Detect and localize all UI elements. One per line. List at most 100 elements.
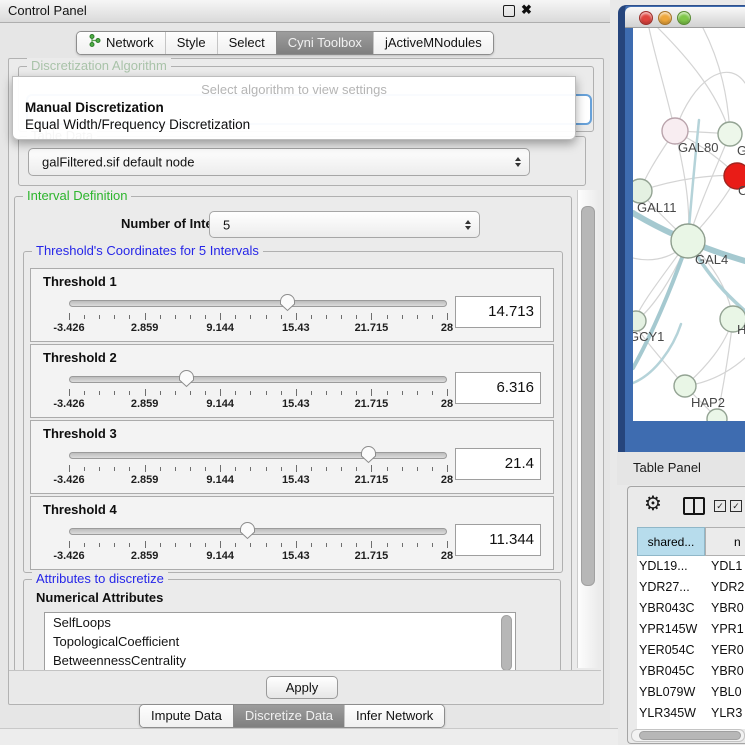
slider-thumb[interactable] (279, 293, 296, 312)
checkbox-icon[interactable]: ✓ (714, 500, 726, 512)
network-window-titlebar[interactable] (625, 7, 745, 28)
table-cell-name[interactable]: YDL1 (705, 556, 742, 577)
tab-label: Cyni Toolbox (288, 32, 362, 54)
threshold-value-field[interactable]: 6.316 (455, 372, 541, 404)
numerical-attributes-list[interactable]: SelfLoopsTopologicalCoefficientBetweenne… (44, 612, 516, 670)
tab-impute-data[interactable]: Impute Data (140, 705, 233, 727)
slider-thumb[interactable] (239, 521, 256, 540)
slider-thumb[interactable] (360, 445, 377, 464)
table-cell-name[interactable]: YPR1 (705, 619, 744, 640)
axis-tick-label: 28 (441, 322, 453, 334)
table-cell-shared-name[interactable]: YER054C (637, 640, 705, 661)
list-scrollbar[interactable] (501, 615, 512, 670)
network-node-label: G. (737, 143, 745, 158)
columns-icon[interactable] (683, 497, 705, 515)
slider-thumb[interactable] (178, 369, 195, 388)
attribute-list-item[interactable]: TopologicalCoefficient (45, 632, 515, 651)
algorithm-dropdown-popup: Select algorithm to view settings Manual… (12, 76, 576, 140)
tab-discretize-data[interactable]: Discretize Data (233, 705, 344, 727)
table-row[interactable]: YBR043CYBR0 (637, 598, 745, 619)
slider-track[interactable] (69, 300, 447, 307)
table-column-header-n[interactable]: n (705, 527, 745, 556)
slider-track[interactable] (69, 376, 447, 383)
popup-option-equal-width-frequency-discretization[interactable]: Equal Width/Frequency Discretization (13, 116, 575, 133)
axis-tick-label: -3.426 (53, 474, 84, 486)
table-body: YDL19...YDL1YDR27...YDR2YBR043CYBR0YPR14… (637, 556, 745, 729)
threshold-row: -3.4262.8599.14415.4321.7152811.344 (41, 521, 543, 565)
slider-track[interactable] (69, 528, 447, 535)
table-row[interactable]: YDR27...YDR2 (637, 577, 745, 598)
attribute-list-item[interactable]: SelfLoops (45, 613, 515, 632)
tab-infer-network[interactable]: Infer Network (344, 705, 444, 727)
table-row[interactable]: YER054CYER0 (637, 640, 745, 661)
table-cell-shared-name[interactable]: YLR345W (637, 703, 705, 724)
network-node-label: GAL4 (695, 252, 728, 267)
settings-scrollbar[interactable] (577, 190, 598, 668)
float-window-icon[interactable] (503, 5, 515, 17)
popup-option-manual-discretization[interactable]: Manual Discretization (13, 99, 575, 116)
table-cell-shared-name[interactable]: YBL079W (637, 682, 705, 703)
table-cell-name[interactable]: YLR3 (705, 703, 742, 724)
network-node-hap2[interactable] (674, 375, 696, 397)
table-cell-shared-name[interactable]: YPR145W (637, 619, 705, 640)
tab-label: Select (229, 32, 265, 54)
table-horizontal-scrollbar[interactable] (631, 729, 745, 742)
checkbox-icon[interactable]: ✓ (730, 500, 742, 512)
table-row[interactable]: YPR145WYPR1 (637, 619, 745, 640)
network-node-label: GCY1 (633, 329, 664, 344)
network-canvas[interactable]: GAL80G.CGAL11GAL4GCY1HHAP2 (633, 28, 745, 421)
table-row[interactable]: YDL19...YDL1 (637, 556, 745, 577)
threshold-value-field[interactable]: 21.4 (455, 448, 541, 480)
spinner-icon (515, 157, 521, 167)
minimize-light[interactable] (658, 11, 672, 25)
table-cell-shared-name[interactable]: YDL19... (637, 556, 705, 577)
table-data-combobox[interactable]: galFiltered.sif default node (28, 148, 530, 176)
list-scrollbar-thumb[interactable] (501, 615, 512, 670)
zoom-light[interactable] (677, 11, 691, 25)
settings-scrollbar-thumb[interactable] (581, 206, 595, 586)
tab-style[interactable]: Style (165, 32, 217, 54)
threshold-value-field[interactable]: 11.344 (455, 524, 541, 556)
attribute-list-item[interactable]: BetweennessCentrality (45, 651, 515, 670)
threshold-slider[interactable]: -3.4262.8599.14415.4321.71528 (69, 293, 447, 335)
tab-jactivemnodules[interactable]: jActiveMNodules (373, 32, 493, 54)
table-cell-shared-name[interactable]: YBR045C (637, 661, 705, 682)
table-cell-name[interactable]: YDR2 (705, 577, 744, 598)
gear-icon[interactable]: ⚙ (644, 491, 662, 516)
threshold-value-field[interactable]: 14.713 (455, 296, 541, 328)
threshold-slider[interactable]: -3.4262.8599.14415.4321.71528 (69, 521, 447, 563)
tab-label: Infer Network (356, 705, 433, 727)
network-edge (658, 28, 730, 134)
network-icon (88, 32, 101, 54)
tab-network[interactable]: Network (77, 32, 165, 54)
threshold-slider[interactable]: -3.4262.8599.14415.4321.71528 (69, 369, 447, 411)
threshold-label: Threshold 4 (43, 502, 117, 517)
table-cell-shared-name[interactable]: YBR043C (637, 598, 705, 619)
tab-label: jActiveMNodules (385, 32, 482, 54)
table-cell-shared-name[interactable]: YDR27... (637, 577, 705, 598)
number-of-intervals-combobox[interactable]: 5 (209, 211, 480, 238)
network-node-label: C (738, 183, 745, 198)
table-header-row: shared...n (637, 527, 745, 556)
close-light[interactable] (639, 11, 653, 25)
tab-select[interactable]: Select (217, 32, 276, 54)
table-cell-name[interactable]: YER0 (705, 640, 744, 661)
table-row[interactable]: YBL079WYBL0 (637, 682, 745, 703)
slider-ticks (69, 313, 447, 322)
tab-cyni-toolbox[interactable]: Cyni Toolbox (276, 32, 373, 54)
network-node-gcy1[interactable] (633, 311, 646, 331)
table-cell-name[interactable]: YBR0 (705, 661, 744, 682)
threshold-row: -3.4262.8599.14415.4321.7152821.4 (41, 445, 543, 489)
table-cell-name[interactable]: YBL0 (705, 682, 742, 703)
table-row[interactable]: YBR045CYBR0 (637, 661, 745, 682)
numerical-attributes-label: Numerical Attributes (36, 590, 163, 605)
table-column-header-shared[interactable]: shared... (637, 527, 705, 556)
table-row[interactable]: YLR345WYLR3 (637, 703, 745, 724)
close-icon[interactable]: ✖ (521, 2, 532, 18)
slider-track[interactable] (69, 452, 447, 459)
threshold-slider[interactable]: -3.4262.8599.14415.4321.71528 (69, 445, 447, 487)
apply-button[interactable]: Apply (266, 676, 338, 699)
table-cell-name[interactable]: YBR0 (705, 598, 744, 619)
table-horizontal-scrollbar-thumb[interactable] (639, 731, 741, 740)
attributes-group: Attributes to discretize Numerical Attri… (23, 579, 561, 670)
